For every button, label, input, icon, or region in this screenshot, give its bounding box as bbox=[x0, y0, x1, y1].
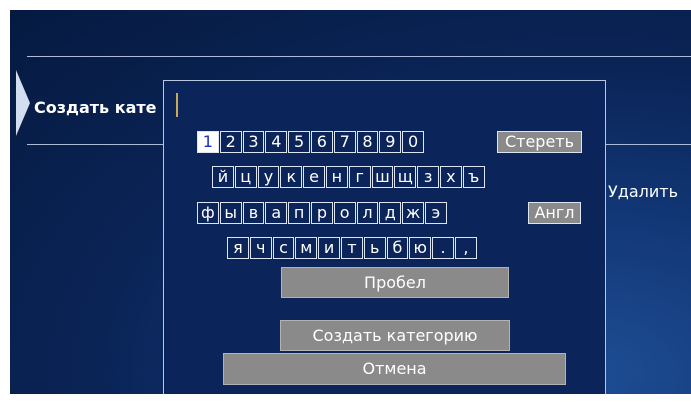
key-х[interactable]: х bbox=[440, 166, 462, 188]
key-я[interactable]: я bbox=[227, 237, 249, 259]
key-comma[interactable]: , bbox=[455, 237, 477, 259]
key-lang[interactable]: Англ bbox=[528, 202, 581, 224]
key-4[interactable]: 4 bbox=[265, 131, 288, 153]
key-э[interactable]: э bbox=[425, 202, 447, 224]
menu-item-create-category[interactable]: Создать кате bbox=[34, 98, 157, 117]
key-ч[interactable]: ч bbox=[249, 237, 272, 259]
key-7[interactable]: 7 bbox=[333, 131, 356, 153]
key-м[interactable]: м bbox=[295, 237, 318, 259]
key-ж[interactable]: ж bbox=[402, 202, 424, 224]
key-в[interactable]: в bbox=[242, 202, 265, 224]
key-0[interactable]: 0 bbox=[402, 131, 424, 153]
key-erase[interactable]: Стереть bbox=[497, 131, 582, 153]
key-3[interactable]: 3 bbox=[242, 131, 265, 153]
key-у[interactable]: у bbox=[257, 166, 280, 188]
key-1[interactable]: 1 bbox=[197, 131, 219, 153]
key-л[interactable]: л bbox=[356, 202, 379, 224]
key-period[interactable]: . bbox=[432, 237, 454, 259]
key-ф[interactable]: ф bbox=[197, 202, 219, 224]
key-о[interactable]: о bbox=[333, 202, 356, 224]
key-и[interactable]: и bbox=[318, 237, 340, 259]
divider-top bbox=[27, 56, 691, 57]
key-ю[interactable]: ю bbox=[409, 237, 432, 259]
key-ь[interactable]: ь bbox=[363, 237, 386, 259]
key-ц[interactable]: ц bbox=[234, 166, 257, 188]
key-к[interactable]: к bbox=[280, 166, 303, 188]
key-6[interactable]: 6 bbox=[311, 131, 333, 153]
key-п[interactable]: п bbox=[288, 202, 310, 224]
create-category-button[interactable]: Создать категорию bbox=[280, 320, 510, 351]
key-г[interactable]: г bbox=[348, 166, 371, 188]
cancel-button[interactable]: Отмена bbox=[223, 353, 566, 385]
key-а[interactable]: а bbox=[265, 202, 288, 224]
key-н[interactable]: н bbox=[326, 166, 348, 188]
key-р[interactable]: р bbox=[311, 202, 333, 224]
key-щ[interactable]: щ bbox=[394, 166, 417, 188]
tv-screen: Создать кате Удалить 1234567890 йцукенгшщ… bbox=[10, 10, 691, 394]
selection-arrow-icon bbox=[16, 70, 30, 136]
key-й[interactable]: й bbox=[212, 166, 234, 188]
key-9[interactable]: 9 bbox=[379, 131, 402, 153]
key-5[interactable]: 5 bbox=[288, 131, 310, 153]
key-space[interactable]: Пробел bbox=[281, 267, 509, 298]
key-з[interactable]: з bbox=[417, 166, 439, 188]
key-2[interactable]: 2 bbox=[219, 131, 242, 153]
menu-item-delete[interactable]: Удалить bbox=[608, 182, 678, 201]
key-ш[interactable]: ш bbox=[371, 166, 394, 188]
key-б[interactable]: б bbox=[386, 237, 409, 259]
key-ы[interactable]: ы bbox=[219, 202, 242, 224]
key-с[interactable]: с bbox=[272, 237, 295, 259]
key-8[interactable]: 8 bbox=[356, 131, 379, 153]
key-ъ[interactable]: ъ bbox=[462, 166, 485, 188]
key-д[interactable]: д bbox=[379, 202, 402, 224]
key-е[interactable]: е bbox=[303, 166, 325, 188]
keyboard-dialog: 1234567890 йцукенгшщзхъ фывапролджэ ячсмить… bbox=[163, 80, 606, 394]
key-т[interactable]: т bbox=[341, 237, 363, 259]
text-cursor bbox=[176, 93, 178, 117]
text-input[interactable] bbox=[172, 89, 592, 119]
